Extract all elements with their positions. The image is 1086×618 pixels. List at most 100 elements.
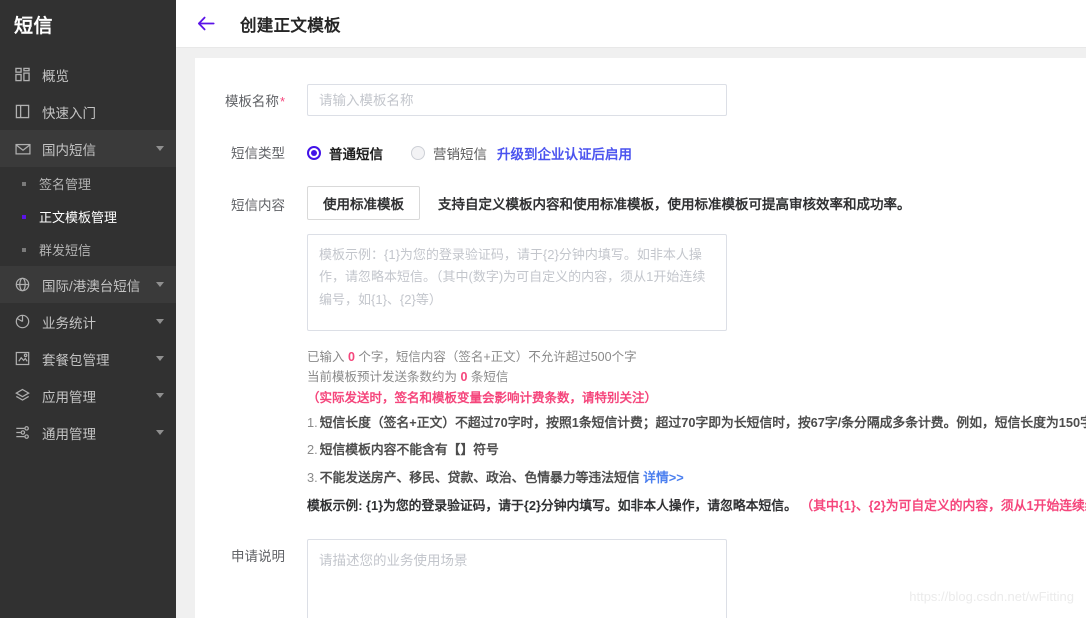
chevron-down-icon: [156, 430, 164, 435]
radio-button-icon: [307, 146, 321, 160]
rule-item: 2. 短信模板内容不能含有【】符号: [307, 440, 1086, 461]
template-example-line: 模板示例: {1}为您的登录验证码，请于{2}分钟内填写。如非本人操作，请忽略本…: [307, 496, 1086, 516]
row-apply-desc: 申请说明: [195, 539, 1086, 618]
counter-value: 0: [347, 350, 355, 364]
rule-item: 1. 短信长度（签名+正文）不超过70字时，按照1条短信计费；超过70字即为长短信…: [307, 413, 1086, 434]
sidebar-submenu-domestic-sms: 签名管理 正文模板管理 群发短信: [0, 167, 176, 266]
sidebar-subitem-label: 签名管理: [39, 177, 92, 192]
page-header: 创建正文模板: [176, 0, 1086, 48]
estimate-line: 当前模板预计发送条数约为 0 条短信: [307, 367, 1086, 387]
sidebar-item-bulk-sms[interactable]: 群发短信: [0, 233, 176, 266]
sidebar: 短信 概览 快速入门 国内短信 签名管理 正文模板管理 群发短信 国际/港澳台短…: [0, 0, 176, 618]
rule-item: 3. 不能发送房产、移民、贷款、政治、色情暴力等违法短信 详情>>: [307, 468, 1086, 489]
field-sms-type: 普通短信 营销短信 升级到企业认证后启用: [285, 136, 1086, 168]
rule-text: 不能发送房产、移民、贷款、政治、色情暴力等违法短信: [319, 470, 644, 486]
sidebar-item-label: 快速入门: [42, 105, 96, 121]
example-pink-text: （其中{1}、{2}为可自定义的内容，须从1开始连续编号，如{1}、: [800, 497, 1086, 513]
watermark: https://blog.csdn.net/wFitting: [909, 589, 1074, 604]
label-template-name-text: 模板名称: [224, 94, 279, 109]
package-icon: [14, 350, 31, 367]
sidebar-subitem-label: 群发短信: [39, 243, 92, 258]
counter-prefix: 已输入: [307, 350, 348, 364]
bullet-icon: [22, 214, 26, 219]
sidebar-nav: 概览 快速入门 国内短信 签名管理 正文模板管理 群发短信 国际/港澳台短信 业…: [0, 48, 176, 451]
row-sms-type: 短信类型 普通短信 营销短信 升级到企业认证后启用: [195, 136, 1086, 168]
rule-detail-link[interactable]: 详情>>: [643, 470, 684, 485]
chevron-down-icon: [156, 146, 164, 151]
example-plain-text: 模板示例: {1}为您的登录验证码，请于{2}分钟内填写。如非本人操作，请忽略本…: [307, 497, 801, 513]
bullet-icon: [22, 247, 26, 252]
sidebar-item-package-management[interactable]: 套餐包管理: [0, 340, 176, 377]
radio-marketing-sms-label: 营销短信: [433, 147, 487, 162]
use-standard-template-button[interactable]: 使用标准模板: [307, 186, 420, 220]
globe-icon: [14, 276, 31, 293]
rule-index: 3.: [307, 470, 318, 486]
sidebar-item-label: 国际/港澳台短信: [42, 278, 141, 294]
radio-normal-sms[interactable]: 普通短信: [307, 143, 383, 163]
dashboard-icon: [14, 66, 31, 83]
sidebar-item-app-management[interactable]: 应用管理: [0, 377, 176, 414]
row-sms-content: 短信内容 使用标准模板 支持自定义模板内容和使用标准模板，使用标准模板可提高审核…: [195, 186, 1086, 516]
std-template-row: 使用标准模板 支持自定义模板内容和使用标准模板，使用标准模板可提高审核效率和成功…: [307, 186, 1086, 220]
field-apply-desc: [285, 539, 1086, 618]
field-sms-content: 使用标准模板 支持自定义模板内容和使用标准模板，使用标准模板可提高审核效率和成功…: [285, 186, 1086, 516]
sidebar-item-signature-management[interactable]: 签名管理: [0, 167, 176, 200]
field-template-name: [285, 84, 1086, 116]
label-apply-desc: 申请说明: [231, 549, 285, 565]
rule-text: 短信模板内容不能含有【】符号: [319, 442, 499, 458]
char-counter-line: 已输入 0 个字，短信内容（签名+正文）不允许超过500个字: [307, 347, 1086, 367]
sidebar-item-label: 应用管理: [42, 389, 96, 405]
chevron-down-icon: [156, 319, 164, 324]
bullet-icon: [22, 181, 26, 186]
estimate-suffix: 条短信: [467, 370, 509, 385]
sidebar-item-label: 国内短信: [42, 142, 96, 158]
arrow-left-icon[interactable]: [194, 12, 218, 36]
book-icon: [14, 103, 31, 120]
sidebar-item-domestic-sms[interactable]: 国内短信: [0, 130, 176, 167]
estimate-prefix: 当前模板预计发送条数约为: [307, 370, 461, 385]
layers-icon: [14, 387, 31, 404]
sidebar-subitem-label: 正文模板管理: [39, 210, 118, 225]
row-template-name: 模板名称*: [195, 84, 1086, 116]
apply-description-textarea[interactable]: [307, 539, 727, 618]
main-content: 创建正文模板 模板名称* 短信类型 普通短信: [176, 0, 1086, 618]
sidebar-item-general-management[interactable]: 通用管理: [0, 414, 176, 451]
sliders-icon: [14, 424, 31, 441]
sidebar-item-statistics[interactable]: 业务统计: [0, 303, 176, 340]
label-template-name: 模板名称*: [195, 84, 285, 112]
counter-suffix: 个字，短信内容（签名+正文）不允许超过500个字: [354, 350, 637, 364]
radio-marketing-sms[interactable]: 营销短信: [411, 143, 487, 163]
sidebar-item-label: 概览: [42, 68, 69, 84]
radio-normal-sms-label: 普通短信: [329, 147, 383, 162]
app-root: 短信 概览 快速入门 国内短信 签名管理 正文模板管理 群发短信 国际/港澳台短…: [0, 0, 1086, 618]
rule-index: 1.: [307, 414, 318, 430]
sms-content-textarea[interactable]: [307, 234, 727, 331]
sidebar-item-label: 通用管理: [42, 426, 96, 442]
form-card: 模板名称* 短信类型 普通短信: [195, 58, 1086, 618]
sidebar-item-template-management[interactable]: 正文模板管理: [0, 200, 176, 233]
sms-type-radio-group: 普通短信 营销短信 升级到企业认证后启用: [307, 136, 1086, 168]
sidebar-item-overview[interactable]: 概览: [0, 56, 176, 93]
content-rules-list: 1. 短信长度（签名+正文）不超过70字时，按照1条短信计费；超过70字即为长短信…: [307, 413, 1086, 489]
std-template-hint: 支持自定义模板内容和使用标准模板，使用标准模板可提高审核效率和成功率。: [438, 197, 911, 212]
content-counter: 已输入 0 个字，短信内容（签名+正文）不允许超过500个字 当前模板预计发送条…: [307, 347, 1086, 408]
page-title: 创建正文模板: [240, 16, 341, 35]
rule-index: 2.: [307, 442, 318, 458]
label-sms-content: 短信内容: [231, 198, 285, 213]
rule-text: 短信长度（签名+正文）不超过70字时，按照1条短信计费；超过70字即为长短信时，…: [319, 414, 1086, 430]
sidebar-item-international-sms[interactable]: 国际/港澳台短信: [0, 266, 176, 303]
sidebar-item-label: 业务统计: [42, 315, 96, 331]
radio-button-icon: [411, 146, 425, 160]
sidebar-item-label: 套餐包管理: [42, 352, 110, 368]
upgrade-enterprise-link[interactable]: 升级到企业认证后启用: [497, 143, 632, 163]
sidebar-item-quickstart[interactable]: 快速入门: [0, 93, 176, 130]
mail-icon: [14, 140, 31, 157]
sidebar-title: 短信: [14, 15, 54, 37]
chevron-down-icon: [156, 393, 164, 398]
billing-warning: （实际发送时，签名和模板变量会影响计费条数，请特别关注）: [307, 390, 658, 405]
label-sms-type: 短信类型: [231, 146, 285, 161]
pie-chart-icon: [14, 313, 31, 330]
template-name-input[interactable]: [307, 84, 727, 116]
chevron-down-icon: [156, 356, 164, 361]
chevron-down-icon: [156, 282, 164, 287]
